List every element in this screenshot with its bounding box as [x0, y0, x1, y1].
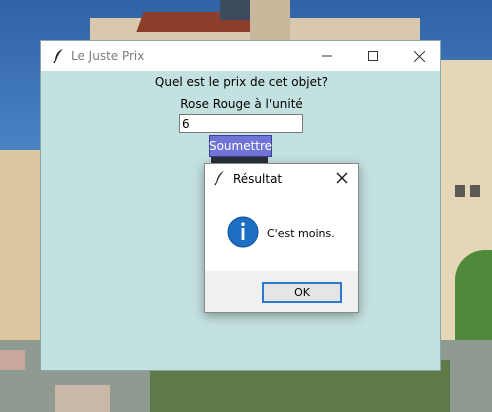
product-label: Rose Rouge à l'unité — [180, 97, 303, 111]
info-icon — [227, 216, 259, 248]
result-dialog: Résultat C'est moins. OK — [204, 163, 359, 313]
feather-icon — [52, 48, 66, 64]
dialog-title: Résultat — [233, 172, 283, 186]
maximize-icon — [368, 51, 378, 61]
dialog-close-button[interactable] — [334, 170, 350, 186]
window-title: Le Juste Prix — [71, 49, 145, 63]
maximize-button[interactable] — [350, 41, 396, 71]
minimize-button[interactable] — [304, 41, 350, 71]
close-icon — [413, 50, 425, 62]
window-titlebar[interactable]: Le Juste Prix — [41, 41, 440, 71]
ok-button[interactable]: OK — [262, 282, 342, 303]
submit-button[interactable]: Soumettre — [209, 135, 272, 157]
dialog-titlebar[interactable]: Résultat — [205, 164, 358, 192]
price-input[interactable] — [179, 114, 303, 133]
question-label: Quel est le prix de cet objet? — [154, 75, 329, 89]
feather-icon — [214, 170, 226, 186]
dialog-message: C'est moins. — [267, 227, 335, 240]
close-button[interactable] — [396, 41, 442, 71]
close-icon — [334, 171, 350, 190]
minimize-icon — [322, 51, 332, 61]
